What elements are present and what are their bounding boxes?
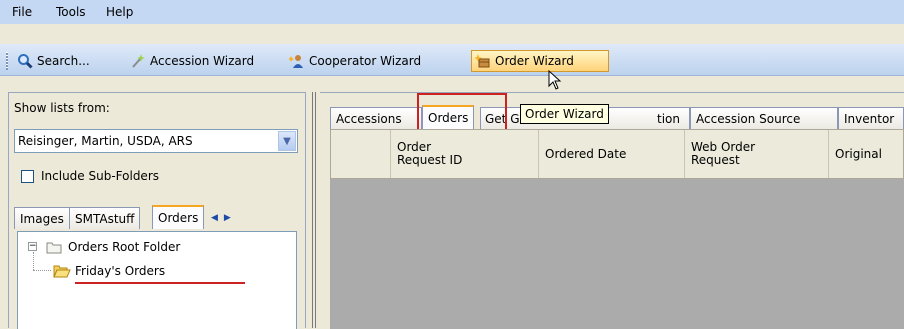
show-lists-label: Show lists from: [14,101,110,115]
tab-images[interactable]: Images [14,207,70,229]
chevron-down-icon[interactable]: ▼ [278,131,296,151]
menu-tools[interactable]: Tools [56,5,86,19]
folder-icon [46,240,62,257]
results-panel: Accessions Orders Get Ge tion Accession … [320,92,904,329]
order-wizard-button[interactable]: Order Wizard [471,50,609,72]
annotation-box [417,93,507,133]
tree-connector [33,270,51,271]
collapse-icon[interactable]: − [28,242,37,251]
tooltip: Order Wizard [520,104,609,124]
row-header-corner [331,130,391,178]
mouse-cursor-icon [548,69,562,93]
toolbar-grip[interactable] [6,52,8,70]
tab-scroll-buttons: ◀ ▶ [211,209,237,227]
column-header[interactable]: Ordered Date [539,130,685,178]
tree-connector [33,252,34,270]
search-button-label: Search... [37,54,90,68]
column-header[interactable]: Web Order Request [685,130,829,178]
include-subfolders-checkbox[interactable] [21,169,34,183]
tab-inventory[interactable]: Inventor [838,107,904,129]
wizard-wand-icon [130,53,146,69]
order-wizard-label: Order Wizard [495,54,574,68]
tab-get-germplasm-label-end: tion [657,111,680,126]
open-folder-icon [53,264,71,281]
menu-help[interactable]: Help [106,5,133,19]
list-source-value: Reisinger, Martin, USDA, ARS [18,134,193,148]
include-subfolders[interactable]: Include Sub-Folders [21,169,159,183]
search-icon [17,53,33,69]
menu-file[interactable]: File [12,5,32,19]
scroll-right-icon[interactable]: ▶ [224,213,231,223]
grid-header: Order Request ID Ordered Date Web Order … [330,129,904,179]
cooperator-wizard-button[interactable]: Cooperator Wizard [286,50,424,72]
scroll-left-icon[interactable]: ◀ [211,213,218,223]
column-header[interactable]: Order Request ID [391,130,539,178]
annotation-underline [75,282,245,284]
menu-bar: File Tools Help [0,0,904,24]
toolbar: Search... Accession Wizard Cooperator Wi… [0,44,904,90]
grid-body[interactable] [330,179,904,329]
accession-wizard-button[interactable]: Accession Wizard [127,50,257,72]
folder-tree[interactable]: − Orders Root Folder Friday's Orders [17,231,297,329]
cooperator-wizard-icon [288,53,305,69]
column-header[interactable]: Original [829,130,904,178]
panel-splitter[interactable] [312,92,318,328]
list-panel: Show lists from: Reisinger, Martin, USDA… [8,92,306,329]
include-subfolders-label: Include Sub-Folders [41,169,160,183]
cooperator-wizard-label: Cooperator Wizard [309,54,422,68]
accession-wizard-label: Accession Wizard [150,54,255,68]
tab-accessions[interactable]: Accessions [330,107,422,129]
list-source-combo[interactable]: Reisinger, Martin, USDA, ARS ▼ [14,129,298,153]
tree-root-label[interactable]: Orders Root Folder [68,240,180,254]
search-button[interactable]: Search... [14,50,93,72]
order-wizard-icon [474,53,491,69]
tab-accession-source[interactable]: Accession Source [690,107,838,129]
tab-smtastuff[interactable]: SMTAstuff [69,207,141,229]
tree-child-label[interactable]: Friday's Orders [75,264,165,278]
tab-orders[interactable]: Orders [152,205,205,229]
